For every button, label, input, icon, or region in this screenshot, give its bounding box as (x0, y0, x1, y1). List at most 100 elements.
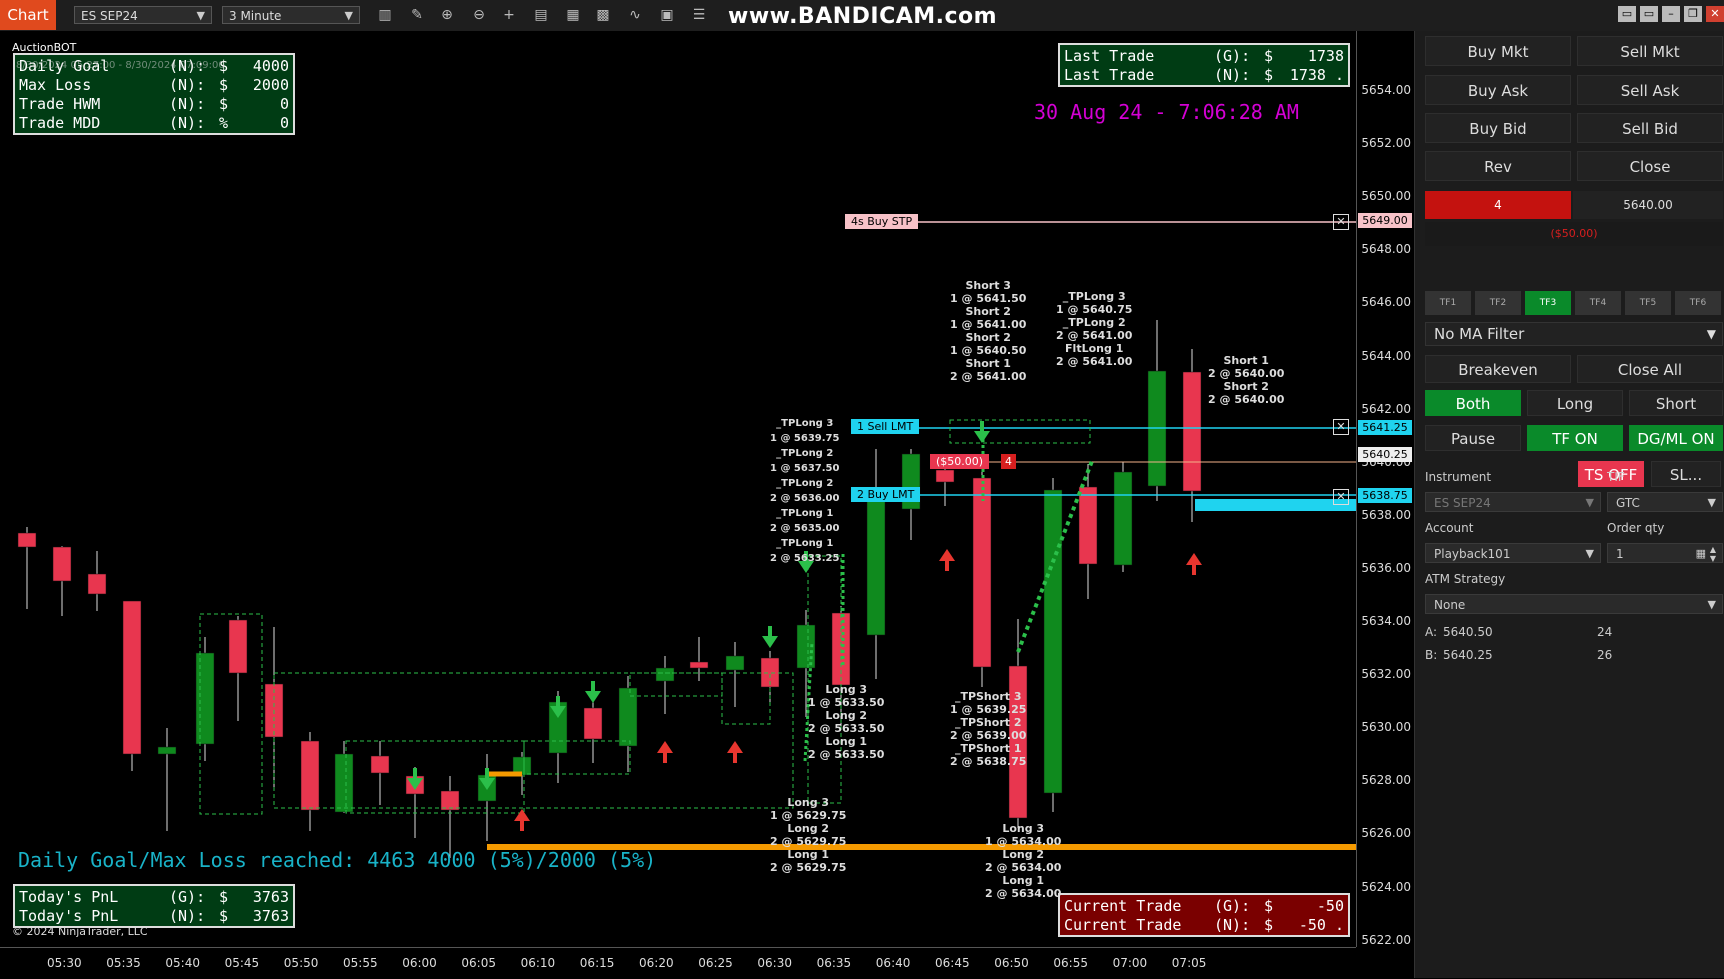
stat-label: Max Loss (19, 76, 92, 94)
long-signal-arrow (939, 549, 955, 561)
ma-filter-select[interactable]: No MA Filter ▼ (1425, 322, 1723, 346)
price-tick-label: 5636.00 (1361, 560, 1411, 575)
stat-unit: $ (1264, 66, 1274, 84)
session-range-text: 8/30/2024 05:27:00 - 8/30/2024 07:09:00 (16, 60, 225, 71)
dgml-on-button[interactable]: DG/ML ON (1629, 425, 1723, 451)
order-qty-input[interactable]: 1 ▦ ▲ ▼ (1607, 543, 1723, 563)
cancel-order-icon[interactable]: ✕ (1333, 419, 1349, 435)
tf1-button[interactable]: TF1 (1425, 291, 1471, 315)
tf2-button[interactable]: TF2 (1475, 291, 1521, 315)
strategies-icon[interactable]: ∿ (624, 6, 646, 24)
close-all-button[interactable]: Close All (1577, 355, 1723, 383)
tf-on-button[interactable]: TF ON (1527, 425, 1623, 451)
calculator-icon[interactable]: ▦ (1696, 544, 1706, 564)
trade-range-box (629, 672, 723, 697)
templates-icon[interactable]: ▣ (656, 6, 678, 24)
trade-annotation: Short 3 1 @ 5641.50 Short 2 1 @ 5641.00 … (950, 279, 1027, 383)
ask-label: A: (1425, 625, 1438, 639)
tf5-button[interactable]: TF5 (1625, 291, 1671, 315)
chart-trader-icon[interactable]: ▦ (562, 6, 584, 24)
time-tick-label: 06:30 (757, 956, 792, 970)
reverse-button[interactable]: Rev (1425, 151, 1571, 181)
position-qty-tag[interactable]: 4 (1001, 454, 1016, 469)
stat-row: Today's PnL (N): $3763 (19, 907, 289, 926)
short-signal-arrow (485, 768, 489, 778)
breakeven-button[interactable]: Breakeven (1425, 355, 1571, 383)
interval-selector[interactable]: 3 Minute ▼ (222, 6, 360, 24)
minimize-icon[interactable]: – (1662, 6, 1680, 22)
price-tick-label: 5646.00 (1361, 295, 1411, 310)
stat-row: Current Trade (N): $ -50 . (1064, 916, 1344, 935)
pause-button[interactable]: Pause (1425, 425, 1521, 451)
indicators-icon[interactable]: ▩ (592, 6, 614, 24)
price-chart[interactable] (0, 31, 1414, 978)
chart-tab[interactable]: Chart (0, 0, 56, 30)
stat-unit: % (219, 114, 229, 132)
stat-unit: $ (1264, 47, 1274, 65)
stat-mode: (N): (169, 907, 206, 925)
tf6-button[interactable]: TF6 (1675, 291, 1721, 315)
candle-body (440, 790, 460, 811)
cancel-order-icon[interactable]: ✕ (1333, 214, 1349, 230)
zoom-out-icon[interactable]: ⊖ (468, 6, 490, 24)
time-tick-label: 05:55 (343, 956, 378, 970)
restore-icon[interactable]: ❐ (1684, 6, 1702, 22)
stat-mode: (N): (169, 95, 206, 113)
bid-price: 5640.25 (1443, 648, 1493, 662)
candle-body (866, 498, 886, 636)
time-axis[interactable]: 05:30 05:35 05:40 05:45 05:50 05:55 06:00 06:05… (0, 947, 1356, 979)
tf4-button[interactable]: TF4 (1575, 291, 1621, 315)
instrument-field[interactable]: ES SEP24 ▼ (1425, 492, 1601, 512)
tf3-button[interactable]: TF3 (1525, 291, 1571, 315)
direction-long-button[interactable]: Long (1527, 390, 1623, 416)
price-tick-label: 5650.00 (1361, 189, 1411, 204)
close-icon[interactable]: ✕ (1706, 6, 1724, 22)
buy-ask-button[interactable]: Buy Ask (1425, 75, 1571, 105)
stat-mode: (N): (169, 114, 206, 132)
bar-type-icon[interactable]: ▥ (374, 6, 396, 24)
long-signal-arrow (1186, 553, 1202, 565)
stop-loss-button[interactable]: SL... (1651, 461, 1721, 487)
properties-icon[interactable]: ☰ (688, 6, 710, 24)
stat-label: Trade HWM (19, 95, 101, 113)
long-signal-arrow (727, 741, 743, 753)
cancel-order-icon[interactable]: ✕ (1333, 489, 1349, 505)
zoom-in-icon[interactable]: ⊕ (436, 6, 458, 24)
trade-range-box (523, 740, 631, 775)
data-box-icon[interactable]: ▤ (530, 6, 552, 24)
sell-limit-order-tag[interactable]: 1 Sell LMT (851, 419, 920, 434)
buy-limit-order-tag[interactable]: 2 Buy LMT (851, 487, 921, 502)
instrument-selector[interactable]: ES SEP24 ▼ (74, 6, 212, 24)
stepper-icon[interactable]: ▲ ▼ (1710, 545, 1716, 563)
atm-strategy-select[interactable]: None ▼ (1425, 594, 1723, 614)
buy-bid-button[interactable]: Buy Bid (1425, 113, 1571, 143)
position-quantity: 4 (1425, 191, 1571, 219)
sell-ask-button[interactable]: Sell Ask (1577, 75, 1723, 105)
account-select[interactable]: Playback101 ▼ (1425, 543, 1601, 563)
time-tick-label: 07:05 (1171, 956, 1207, 970)
buy-market-button[interactable]: Buy Mkt (1425, 36, 1571, 66)
direction-both-button[interactable]: Both (1425, 390, 1521, 416)
sell-bid-button[interactable]: Sell Bid (1577, 113, 1723, 143)
trade-range-box (949, 419, 1091, 444)
draw-tool-icon[interactable]: ✎ (406, 6, 428, 24)
time-tick-label: 06:00 (402, 956, 437, 970)
long-signal-arrow (663, 753, 667, 763)
candle-body (725, 655, 745, 671)
tile-icon[interactable]: ▭ (1640, 6, 1658, 22)
chevron-down-icon: ▼ (1585, 496, 1594, 509)
candle-body (370, 755, 390, 774)
sell-limit-price-tag: 5641.25 (1358, 420, 1412, 435)
time-tick-label: 06:15 (579, 956, 615, 970)
close-position-button[interactable]: Close (1577, 151, 1723, 181)
direction-short-button[interactable]: Short (1629, 390, 1723, 416)
time-tick-label: 05:40 (165, 956, 200, 970)
candlestick-plot[interactable] (0, 31, 1356, 947)
last-price-tag: 5640.25 (1358, 447, 1412, 462)
buy-stop-order-tag[interactable]: 4s Buy STP (845, 214, 919, 229)
tile-icon[interactable]: ▭ (1618, 6, 1636, 22)
tif-select[interactable]: GTC ▼ (1607, 492, 1723, 512)
crosshair-icon[interactable]: + (498, 6, 520, 24)
order-qty-value: 1 (1616, 547, 1624, 561)
sell-market-button[interactable]: Sell Mkt (1577, 36, 1723, 66)
